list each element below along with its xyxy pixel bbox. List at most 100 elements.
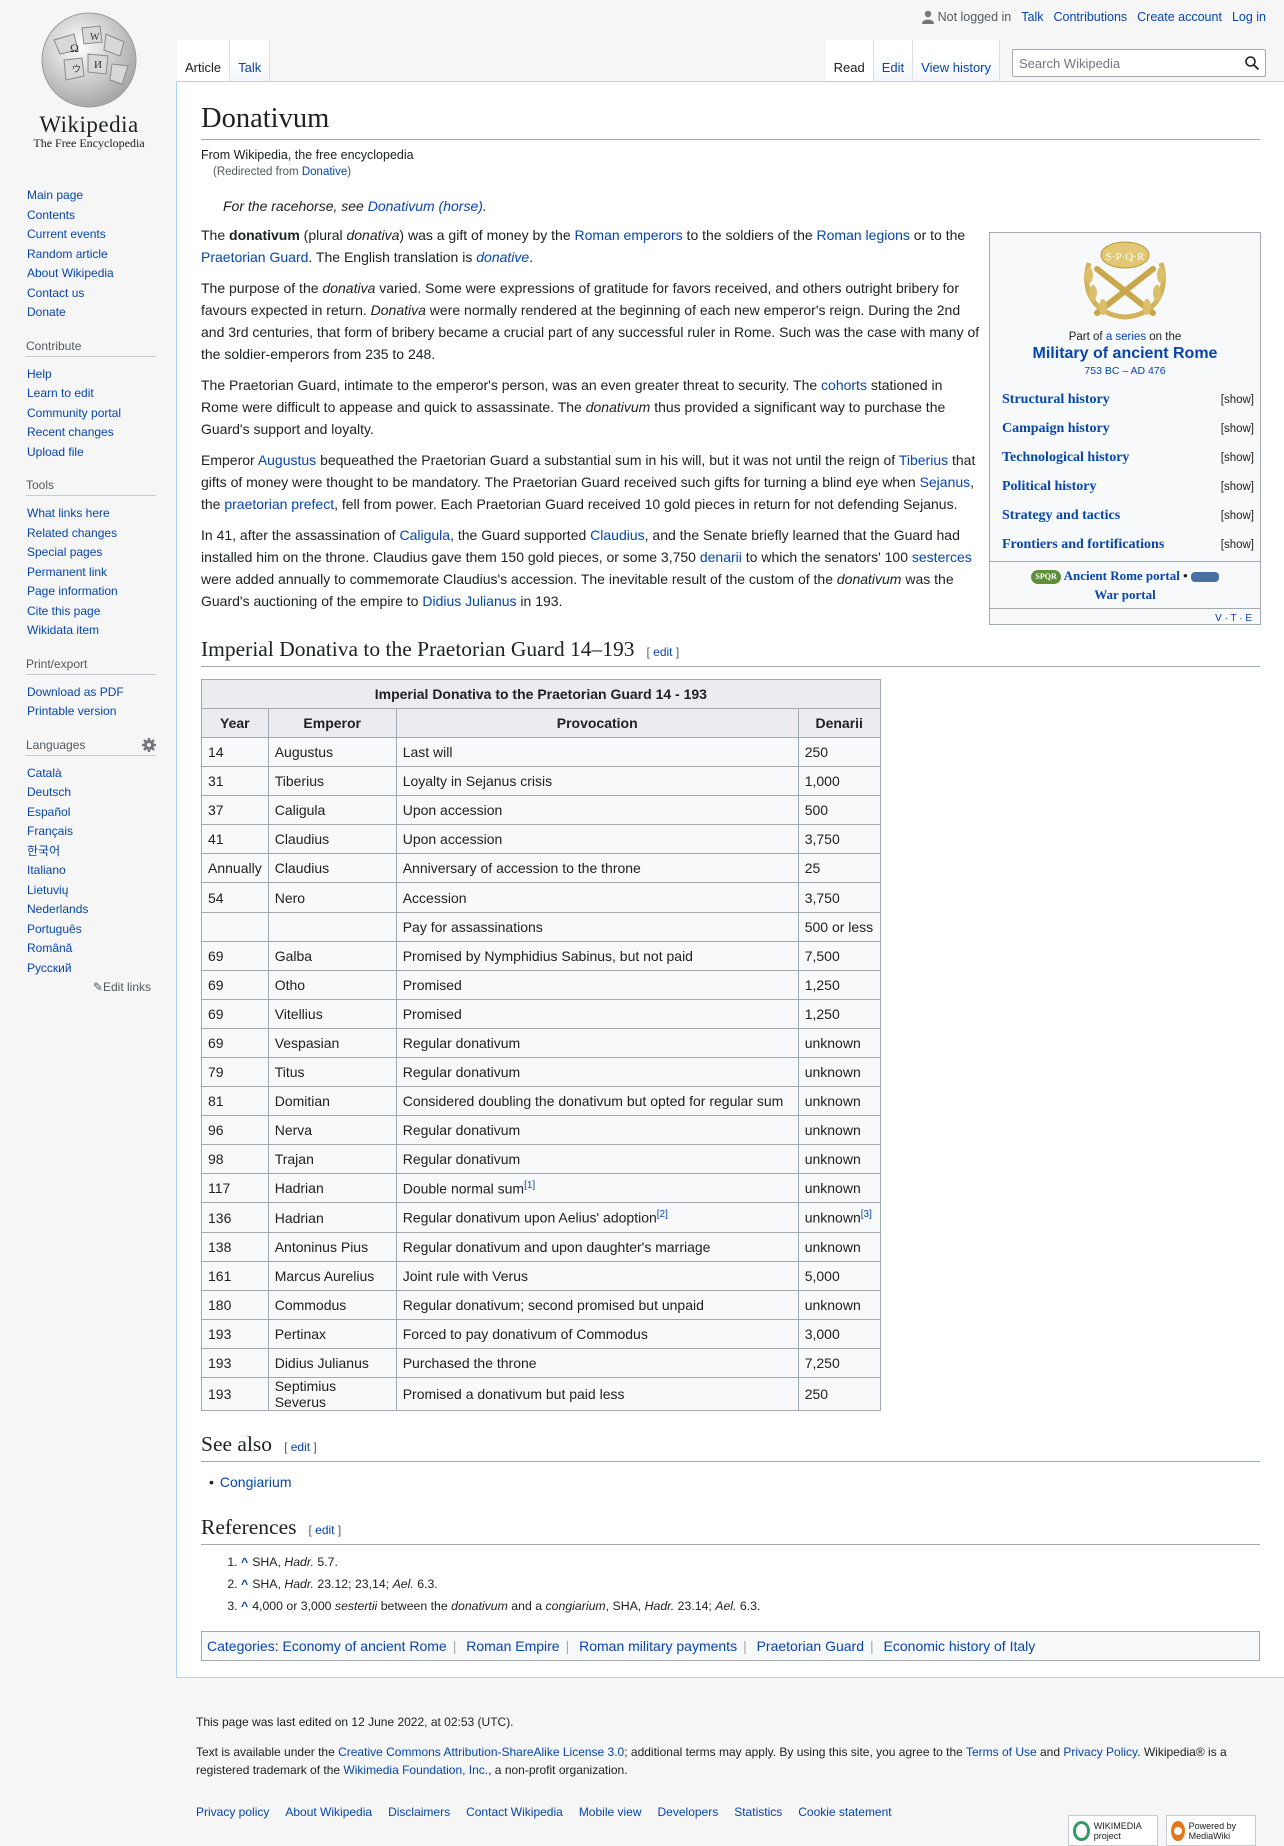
footer-link-contact[interactable]: Contact Wikipedia xyxy=(466,1805,563,1819)
infobox-row[interactable]: Campaign history [show] xyxy=(990,414,1260,443)
wmf-link[interactable]: Wikimedia Foundation, Inc. xyxy=(343,1763,488,1777)
search-input[interactable]: Search Wikipedia xyxy=(1012,49,1266,77)
footer-link-mobile[interactable]: Mobile view xyxy=(579,1805,642,1819)
link-sesterces[interactable]: sesterces xyxy=(912,549,972,565)
mediawiki-badge[interactable]: Powered by MediaWiki xyxy=(1166,1815,1256,1846)
lang-espanol[interactable]: Español xyxy=(27,805,70,819)
category-link[interactable]: Praetorian Guard xyxy=(757,1638,864,1654)
tab-view-history[interactable]: View history xyxy=(913,40,1000,81)
section-edit-link[interactable]: edit xyxy=(653,645,672,659)
sidebar-item-contact[interactable]: Contact us xyxy=(27,286,84,300)
lang-romana[interactable]: Română xyxy=(27,941,72,955)
lang-francais[interactable]: Français xyxy=(27,824,73,838)
tab-talk[interactable]: Talk xyxy=(230,40,271,81)
col-header-year[interactable]: Year xyxy=(201,707,269,738)
wikimedia-badge[interactable]: WIKIMEDIA project xyxy=(1068,1815,1158,1846)
link-roman-emperors[interactable]: Roman emperors xyxy=(575,227,683,243)
vte-links[interactable]: V · T · E xyxy=(990,609,1260,628)
footer-link-disclaimers[interactable]: Disclaimers xyxy=(388,1805,450,1819)
link-didius-julianus[interactable]: Didius Julianus xyxy=(422,593,516,609)
infobox-row[interactable]: Structural history [show] xyxy=(990,385,1260,414)
link-tiberius[interactable]: Tiberius xyxy=(899,452,948,468)
link-praetorian-guard[interactable]: Praetorian Guard xyxy=(201,249,308,265)
edit-links[interactable]: ✎Edit links xyxy=(27,980,151,994)
link-sejanus[interactable]: Sejanus xyxy=(920,474,971,490)
sidebar-item-what-links-here[interactable]: What links here xyxy=(27,506,110,520)
categories-label[interactable]: Categories xyxy=(207,1638,275,1654)
link-denarii[interactable]: denarii xyxy=(700,549,742,565)
sidebar-item-special-pages[interactable]: Special pages xyxy=(27,545,102,559)
link-augustus[interactable]: Augustus xyxy=(258,452,316,468)
category-link[interactable]: Economy of ancient Rome xyxy=(282,1638,446,1654)
redirect-link[interactable]: Donative xyxy=(302,166,347,178)
footer-link-cookie[interactable]: Cookie statement xyxy=(798,1805,891,1819)
citation-ref[interactable]: [3] xyxy=(861,1209,872,1220)
sidebar-item-download-pdf[interactable]: Download as PDF xyxy=(27,685,124,699)
lang-italiano[interactable]: Italiano xyxy=(27,863,66,877)
sidebar-item-page-information[interactable]: Page information xyxy=(27,584,118,598)
lang-nederlands[interactable]: Nederlands xyxy=(27,902,88,916)
privacy-link[interactable]: Privacy Policy xyxy=(1063,1745,1137,1759)
infobox-row[interactable]: Strategy and tactics [show] xyxy=(990,501,1260,530)
sidebar-item-donate[interactable]: Donate xyxy=(27,305,66,319)
login-link[interactable]: Log in xyxy=(1232,10,1266,24)
backlink-caret[interactable]: ^ xyxy=(241,1555,248,1569)
lang-lietuviu[interactable]: Lietuvių xyxy=(27,883,68,897)
show-toggle[interactable]: [show] xyxy=(1221,510,1254,522)
tab-article[interactable]: Article xyxy=(177,40,231,81)
references-edit-link[interactable]: edit xyxy=(315,1523,334,1537)
sidebar-item-related-changes[interactable]: Related changes xyxy=(27,526,117,540)
sidebar-item-permanent-link[interactable]: Permanent link xyxy=(27,565,107,579)
sidebar-item-cite[interactable]: Cite this page xyxy=(27,604,100,618)
category-link[interactable]: Roman Empire xyxy=(466,1638,559,1654)
infobox-row[interactable]: Frontiers and fortifications [show] xyxy=(990,530,1260,559)
link-donative[interactable]: donative xyxy=(476,249,529,265)
link-cohorts[interactable]: cohorts xyxy=(821,377,867,393)
infobox-row[interactable]: Technological history [show] xyxy=(990,443,1260,472)
link-roman-legions[interactable]: Roman legions xyxy=(817,227,910,243)
citation-ref[interactable]: [1] xyxy=(524,1180,535,1191)
hatnote-link[interactable]: Donativum (horse) xyxy=(368,198,483,214)
contributions-link[interactable]: Contributions xyxy=(1054,10,1128,24)
show-toggle[interactable]: [show] xyxy=(1221,394,1254,406)
col-header-denarii[interactable]: Denarii xyxy=(797,707,881,738)
backlink-caret[interactable]: ^ xyxy=(241,1577,248,1591)
tab-read[interactable]: Read xyxy=(825,40,874,81)
lang-portugues[interactable]: Português xyxy=(27,922,82,936)
footer-link-privacy[interactable]: Privacy policy xyxy=(196,1805,269,1819)
sidebar-item-contents[interactable]: Contents xyxy=(27,208,75,222)
sidebar-item-recent-changes[interactable]: Recent changes xyxy=(27,425,114,439)
series-link[interactable]: a series xyxy=(1106,331,1146,343)
col-header-emperor[interactable]: Emperor xyxy=(267,707,397,738)
create-account-link[interactable]: Create account xyxy=(1137,10,1222,24)
sidebar-item-community-portal[interactable]: Community portal xyxy=(27,406,121,420)
backlink-caret[interactable]: ^ xyxy=(241,1599,248,1613)
gear-icon[interactable] xyxy=(142,737,156,752)
link-congiarium[interactable]: Congiarium xyxy=(220,1474,292,1490)
sidebar-item-learn-to-edit[interactable]: Learn to edit xyxy=(27,386,94,400)
link-praetorian-prefect[interactable]: praetorian prefect xyxy=(224,496,334,512)
sidebar-item-wikidata[interactable]: Wikidata item xyxy=(27,623,99,637)
sidebar-item-random-article[interactable]: Random article xyxy=(27,247,108,261)
sidebar-item-main-page[interactable]: Main page xyxy=(27,188,83,202)
see-also-edit-link[interactable]: edit xyxy=(291,1440,310,1454)
category-link[interactable]: Economic history of Italy xyxy=(884,1638,1036,1654)
sidebar-item-printable[interactable]: Printable version xyxy=(27,704,116,718)
sidebar-item-current-events[interactable]: Current events xyxy=(27,227,106,241)
lang-deutsch[interactable]: Deutsch xyxy=(27,785,71,799)
war-portal-link[interactable]: War portal xyxy=(1094,587,1156,602)
terms-link[interactable]: Terms of Use xyxy=(966,1745,1037,1759)
search-icon[interactable] xyxy=(1245,56,1259,70)
footer-link-about[interactable]: About Wikipedia xyxy=(285,1805,372,1819)
footer-link-statistics[interactable]: Statistics xyxy=(734,1805,782,1819)
col-header-provocation[interactable]: Provocation xyxy=(395,707,799,738)
tab-edit[interactable]: Edit xyxy=(873,40,914,81)
sidebar-item-about[interactable]: About Wikipedia xyxy=(27,266,114,280)
lang-korean[interactable]: 한국어 xyxy=(27,844,60,858)
ancient-rome-portal-link[interactable]: Ancient Rome portal xyxy=(1064,568,1180,583)
series-title[interactable]: Military of ancient Rome xyxy=(990,345,1260,363)
wikipedia-logo[interactable]: Ω W И ウ Wikipedia The Free Encyclopedia xyxy=(22,10,156,160)
lang-catala[interactable]: Català xyxy=(27,766,62,780)
cc-license-link[interactable]: Creative Commons Attribution-ShareAlike … xyxy=(338,1745,624,1759)
citation-ref[interactable]: [2] xyxy=(657,1209,668,1220)
